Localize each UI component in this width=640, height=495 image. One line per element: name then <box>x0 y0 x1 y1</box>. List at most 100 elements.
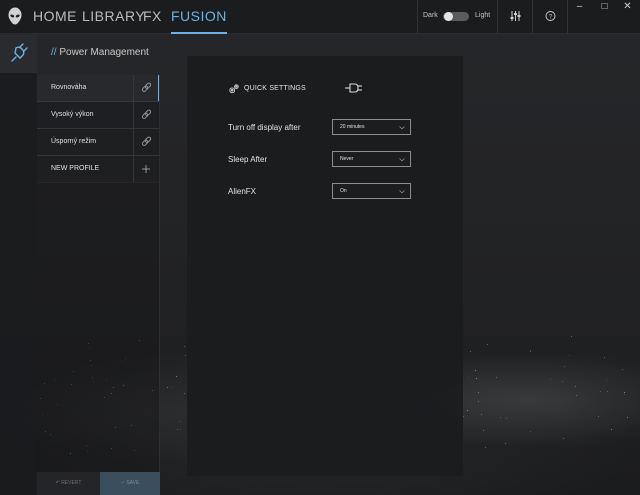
plus-icon <box>142 165 150 173</box>
particle <box>166 387 168 389</box>
select-value: Never <box>340 156 354 162</box>
particle <box>467 377 469 379</box>
chevron-down-icon <box>399 190 405 194</box>
close-button[interactable]: ✕ <box>615 0 640 14</box>
particle <box>183 393 185 395</box>
profile-label: NEW PROFILE <box>51 165 100 172</box>
particle <box>621 369 623 371</box>
particle <box>475 378 477 380</box>
alien-logo-icon[interactable] <box>6 7 24 27</box>
particle <box>500 417 502 419</box>
profile-item[interactable]: Úsporný režim <box>37 129 160 156</box>
particle <box>467 409 469 411</box>
theme-light-label: Light <box>475 12 491 19</box>
save-button[interactable]: ✓ SAVE <box>100 472 160 495</box>
particle <box>482 430 484 432</box>
profile-item[interactable]: Vysoký výkon <box>37 102 160 129</box>
particle <box>179 429 181 431</box>
toggle-knob <box>444 12 453 21</box>
theme-dark-label: Dark <box>423 12 438 19</box>
particle <box>506 418 508 419</box>
particle <box>495 376 497 378</box>
particle <box>469 350 471 352</box>
particle <box>575 394 577 396</box>
alienfx-select[interactable]: On <box>332 183 411 199</box>
sleep-after-select[interactable]: Never <box>332 151 411 167</box>
chevron-down-icon <box>399 158 405 162</box>
panel-title: // Power Management <box>51 47 149 58</box>
particle <box>184 354 186 356</box>
particle <box>477 392 479 394</box>
tab-library[interactable]: LIBRARY <box>82 8 145 34</box>
display-off-select[interactable]: 20 minutes <box>332 119 411 135</box>
select-value: 20 minutes <box>340 124 365 130</box>
tab-fx[interactable]: FX <box>143 8 162 34</box>
top-bar: HOME LIBRARY FX FUSION Dark Light ? – □ … <box>0 0 640 34</box>
sliders-icon <box>510 11 521 21</box>
profile-list: Rovnováha Vysoký výkon Úsporný režim NEW… <box>37 75 160 183</box>
particle <box>574 386 576 388</box>
title-slashes: // <box>51 47 57 58</box>
plug-icon <box>345 83 362 93</box>
power-plug-icon <box>11 43 28 62</box>
particle <box>606 379 608 381</box>
profile-link-button[interactable] <box>134 102 160 128</box>
profile-label: Vysoký výkon <box>51 111 94 118</box>
particle <box>474 369 476 371</box>
revert-label: REVERT <box>61 480 82 486</box>
maximize-button[interactable]: □ <box>592 0 617 14</box>
tab-home[interactable]: HOME <box>33 8 77 34</box>
particle <box>486 343 488 345</box>
panel-divider <box>159 75 160 472</box>
particle <box>564 365 566 367</box>
minimize-button[interactable]: – <box>567 0 592 14</box>
theme-toggle[interactable] <box>443 12 469 21</box>
help-button[interactable]: ? <box>532 0 567 34</box>
rail-item-power[interactable] <box>0 35 37 73</box>
quick-settings-card: QUICK SETTINGS Turn off display after 20… <box>187 56 463 476</box>
link-icon <box>141 136 152 146</box>
profile-label: Rovnováha <box>51 84 87 91</box>
particle <box>624 394 626 396</box>
new-profile-item[interactable]: NEW PROFILE <box>37 156 160 183</box>
revert-button[interactable]: ↶ REVERT <box>37 472 100 495</box>
profile-link-button[interactable] <box>134 129 160 155</box>
add-profile-button[interactable] <box>134 156 160 182</box>
profile-label: Úsporný režim <box>51 138 97 145</box>
profile-item[interactable]: Rovnováha <box>37 75 160 102</box>
particle <box>624 391 626 393</box>
gears-icon <box>229 84 239 94</box>
particle <box>480 413 482 415</box>
svg-text:?: ? <box>549 14 553 20</box>
particle <box>530 430 532 432</box>
link-icon <box>141 82 152 92</box>
link-icon <box>141 109 152 119</box>
select-value: On <box>340 188 347 194</box>
tab-fusion[interactable]: FUSION <box>171 8 227 34</box>
particle <box>549 379 551 381</box>
particle <box>563 438 565 440</box>
particle <box>529 350 531 352</box>
profile-link-button[interactable] <box>134 75 160 101</box>
particle <box>177 428 179 430</box>
panel-body <box>37 182 160 472</box>
particle <box>571 335 573 337</box>
alienfx-label: AlienFX <box>228 187 257 196</box>
help-icon: ? <box>545 11 556 21</box>
particle <box>599 390 601 392</box>
left-rail <box>0 35 37 495</box>
chevron-down-icon <box>399 126 405 130</box>
particle <box>463 416 464 418</box>
particle <box>175 375 177 377</box>
equalizer-button[interactable] <box>497 0 532 34</box>
quick-settings-title: QUICK SETTINGS <box>244 85 306 92</box>
particle <box>611 428 613 430</box>
particle <box>626 416 628 418</box>
particle <box>607 390 609 392</box>
sleep-after-label: Sleep After <box>228 155 268 164</box>
particle <box>484 447 486 449</box>
panel-title-text: Power Management <box>59 47 149 58</box>
display-off-label: Turn off display after <box>228 123 301 132</box>
particle <box>171 386 173 388</box>
particle <box>478 400 480 402</box>
